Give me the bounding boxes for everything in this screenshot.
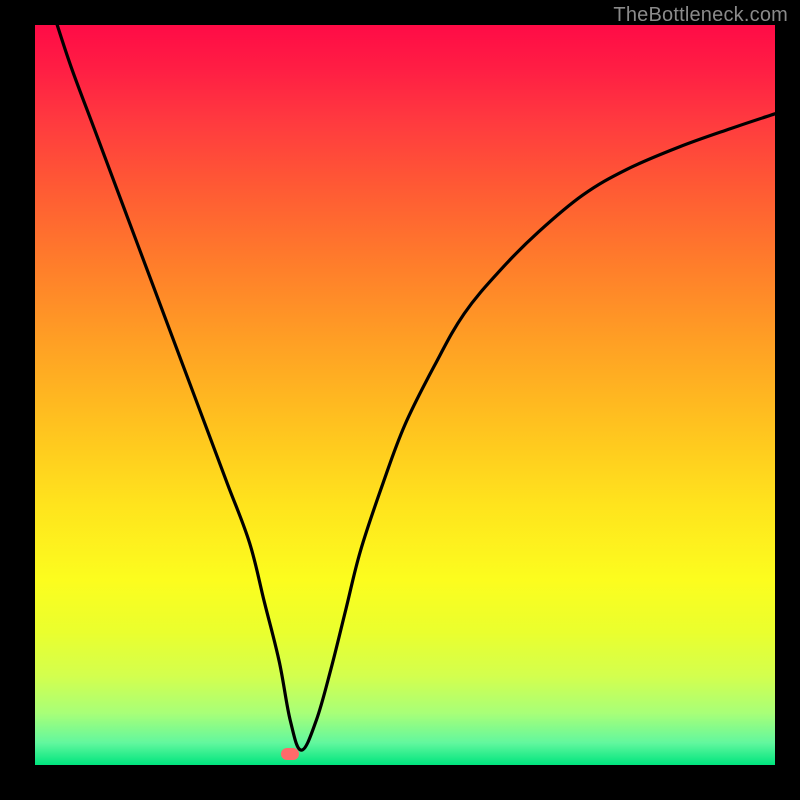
chart-frame: TheBottleneck.com — [0, 0, 800, 800]
bottleneck-curve — [57, 25, 775, 750]
plot-area — [35, 25, 775, 765]
watermark-text: TheBottleneck.com — [613, 4, 788, 27]
optimum-marker — [281, 748, 299, 760]
curve-svg — [35, 25, 775, 765]
